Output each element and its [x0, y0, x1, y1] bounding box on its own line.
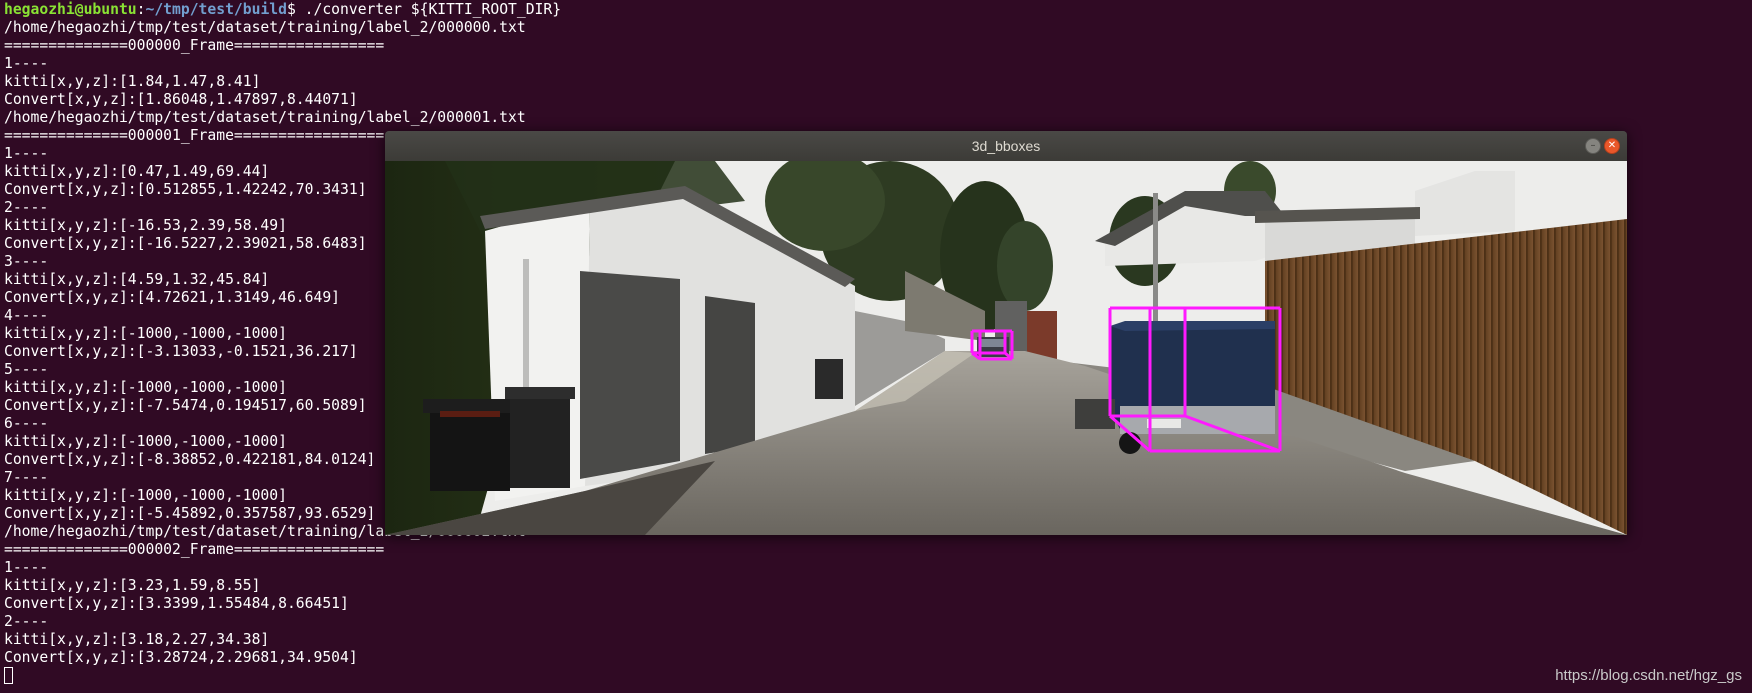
- garage-door-left: [580, 271, 680, 479]
- terminal-line: Convert[x,y,z]:[1.86048,1.47897,8.44071]: [4, 91, 358, 108]
- terminal-line: 1----: [4, 55, 49, 72]
- terminal-line: ==============000000_Frame==============…: [4, 37, 385, 54]
- prompt-path: ~/tmp/test/build: [145, 1, 287, 18]
- terminal-line: kitti[x,y,z]:[1.84,1.47,8.41]: [4, 73, 261, 90]
- window-titlebar[interactable]: 3d_bboxes – ✕: [385, 131, 1627, 162]
- terminal-line: ==============000002_Frame==============…: [4, 541, 385, 558]
- minimize-icon: –: [1590, 140, 1596, 151]
- terminal-line: 1----: [4, 559, 49, 576]
- terminal-line: kitti[x,y,z]:[3.23,1.59,8.55]: [4, 577, 261, 594]
- terminal-line: Convert[x,y,z]:[3.3399,1.55484,8.66451]: [4, 595, 349, 612]
- terminal-line: Convert[x,y,z]:[3.28724,2.29681,34.9504]: [4, 649, 358, 666]
- terminal-prompt-line: hegaozhi@ubuntu:~/tmp/test/build$ ./conv…: [4, 1, 562, 18]
- terminal-line: /home/hegaozhi/tmp/test/dataset/training…: [4, 109, 526, 126]
- terminal-line: kitti[x,y,z]:[3.18,2.27,34.38]: [4, 631, 270, 648]
- close-button[interactable]: ✕: [1604, 138, 1620, 154]
- terminal-line: 2----: [4, 613, 49, 630]
- watermark-url: https://blog.csdn.net/hgz_gs: [1555, 667, 1742, 684]
- terminal-line: /home/hegaozhi/tmp/test/dataset/training…: [4, 19, 526, 36]
- bbox-viewer-window[interactable]: 3d_bboxes – ✕: [385, 131, 1627, 535]
- window-title: 3d_bboxes: [971, 138, 1041, 154]
- minimize-button[interactable]: –: [1585, 138, 1601, 154]
- terminal-cursor-line: [4, 667, 1744, 685]
- prompt-command: $ ./converter ${KITTI_ROOT_DIR}: [286, 1, 562, 18]
- prompt-user: hegaozhi@ubuntu: [4, 1, 137, 18]
- street-scene: [385, 161, 1627, 535]
- terminal-cursor: [4, 667, 13, 684]
- garage-door-right: [705, 296, 755, 454]
- close-icon: ✕: [1607, 140, 1617, 151]
- camera-image-view: [385, 161, 1627, 535]
